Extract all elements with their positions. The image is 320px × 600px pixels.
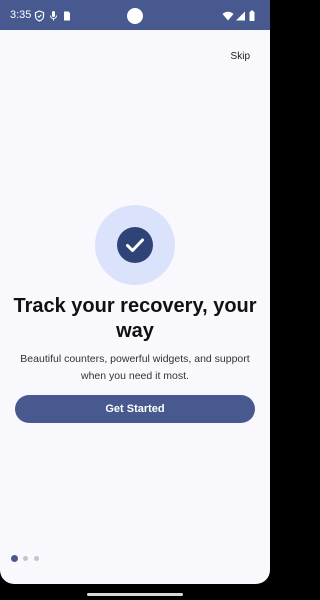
navigation-bar <box>0 584 270 600</box>
shield-icon <box>34 9 45 22</box>
cellular-signal-icon <box>235 9 246 21</box>
phone-frame: 3:35 Skip Track your recovery, your way … <box>0 0 270 600</box>
mic-icon <box>48 9 59 21</box>
onboarding-title: Track your recovery, your way <box>13 295 257 342</box>
battery-icon <box>248 9 256 21</box>
check-circle-icon <box>117 227 153 263</box>
sim-card-icon <box>61 9 72 21</box>
hero-illustration <box>95 205 175 285</box>
onboarding-screen: Skip Track your recovery, your way Beaut… <box>0 30 270 584</box>
skip-button[interactable]: Skip <box>231 51 250 62</box>
status-time: 3:35 <box>10 9 32 21</box>
wifi-icon <box>222 9 234 21</box>
onboarding-subtitle: Beautiful counters, powerful widgets, an… <box>20 353 250 382</box>
page-dot-2[interactable] <box>23 556 28 561</box>
status-bar: 3:35 <box>0 0 270 30</box>
page-dot-1[interactable] <box>11 555 18 562</box>
get-started-button[interactable]: Get Started <box>15 395 255 423</box>
camera-cutout <box>127 8 143 24</box>
page-dot-3[interactable] <box>34 556 39 561</box>
gesture-handle[interactable] <box>87 593 183 596</box>
